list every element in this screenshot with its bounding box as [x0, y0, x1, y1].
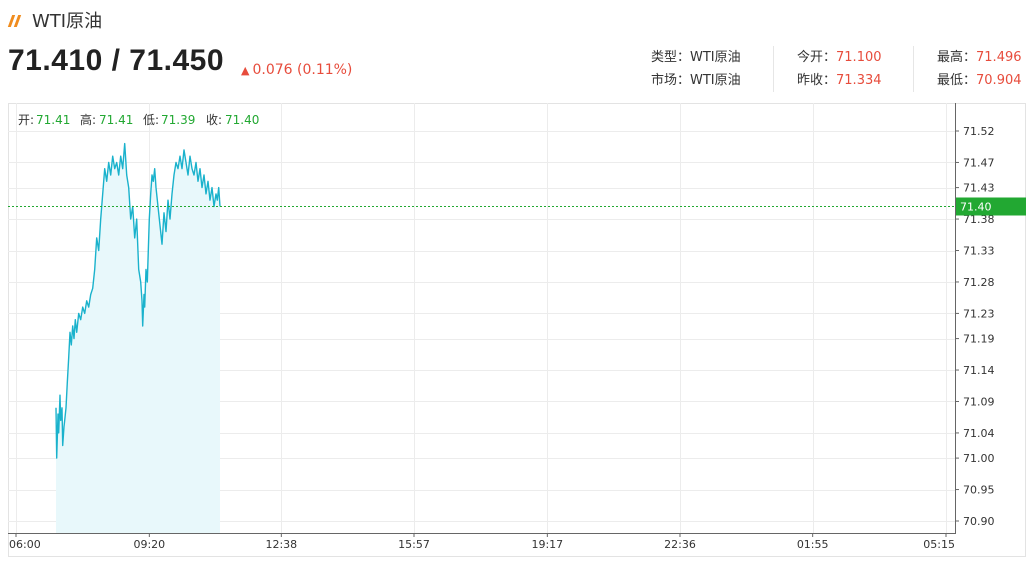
market-label: 市场：	[651, 73, 691, 88]
ohlc-low-label: 低:	[143, 113, 159, 127]
x-tick-label: 09:20	[133, 538, 165, 551]
area-fill	[56, 143, 220, 533]
y-tick-label: 71.28	[963, 276, 995, 289]
y-tick-label: 71.33	[963, 245, 995, 258]
x-tick-label: 05:15	[923, 538, 955, 551]
current-price-line: 71.40	[8, 197, 1026, 216]
x-axis-ticks: 06:00 09:20 12:38 15:57 19:17 22:36 01:55 05:15	[9, 533, 955, 551]
chart-container[interactable]: 71.52 71.47 71.43 71.38 71.33 71.28 71.23 71.19…	[8, 103, 1026, 557]
y-tick-label: 71.23	[963, 307, 995, 320]
info-divider	[913, 46, 914, 92]
ohlc-high-value: 71.41	[99, 113, 133, 127]
type-label: 类型：	[651, 50, 691, 65]
prev-close-label: 昨收：	[797, 73, 837, 88]
x-tick-label: 15:57	[398, 538, 430, 551]
change-value: 0.076 (0.11%)	[252, 62, 353, 78]
y-tick-label: 70.90	[963, 515, 995, 528]
x-tick-label: 19:17	[531, 538, 563, 551]
prev-close-value: 71.334	[836, 73, 882, 88]
y-tick-label: 71.43	[963, 182, 995, 195]
open-value: 71.100	[836, 50, 882, 65]
high-value: 71.496	[976, 50, 1022, 65]
x-tick-label: 12:38	[265, 538, 297, 551]
ohlc-high-label: 高:	[80, 112, 96, 127]
arrow-up-icon: ▲	[241, 63, 250, 77]
y-tick-label: 71.09	[963, 395, 995, 408]
y-tick-label: 71.19	[963, 333, 995, 346]
info-type-market: 类型：WTI原油 市场：WTI原油	[651, 46, 741, 92]
price-change: ▲ 0.076 (0.11%)	[241, 62, 352, 78]
info-high-low: 最高：71.496 最低：70.904	[937, 46, 1022, 92]
info-divider	[773, 46, 774, 92]
title-row: WTI原油	[7, 8, 103, 32]
current-price-label: 71.40	[960, 201, 992, 214]
y-tick-label: 71.14	[963, 364, 995, 377]
ohlc-open-label: 开:	[18, 113, 34, 127]
title-marker-icon	[7, 12, 22, 28]
low-value: 70.904	[976, 73, 1022, 88]
y-tick-label: 71.52	[963, 125, 995, 138]
open-label: 今开：	[797, 50, 837, 65]
ohlc-open-value: 71.41	[36, 113, 70, 127]
y-tick-label: 71.04	[963, 427, 995, 440]
price-area	[55, 142, 221, 533]
ohlc-close-label: 收:	[206, 113, 222, 127]
bid-ask-price: 71.410 / 71.450	[8, 44, 225, 77]
market-value: WTI原油	[690, 73, 741, 88]
price-chart[interactable]: 71.5271.4771.4371.3871.3371.2871.2371.19…	[8, 103, 1026, 557]
y-axis-ticks: 71.5271.4771.4371.3871.3371.2871.2371.19…	[955, 125, 995, 528]
y-tick-label: 70.95	[963, 484, 995, 497]
ohlc-low-value: 71.39	[161, 113, 195, 127]
high-label: 最高：	[937, 50, 977, 65]
page-title: WTI原油	[32, 11, 103, 32]
x-tick-label: 06:00	[9, 538, 41, 551]
x-tick-label: 01:55	[797, 538, 829, 551]
type-value: WTI原油	[690, 50, 741, 65]
ohlc-close-value: 71.40	[225, 113, 259, 127]
info-open-close: 今开：71.100 昨收：71.334	[797, 46, 882, 92]
low-label: 最低：	[937, 73, 977, 88]
y-tick-label: 71.47	[963, 156, 995, 169]
y-tick-label: 71.00	[963, 452, 995, 465]
x-tick-label: 22:36	[664, 538, 696, 551]
ohlc-legend: 开: 71.41 高: 71.41 低: 71.39 收: 71.40	[18, 112, 259, 127]
